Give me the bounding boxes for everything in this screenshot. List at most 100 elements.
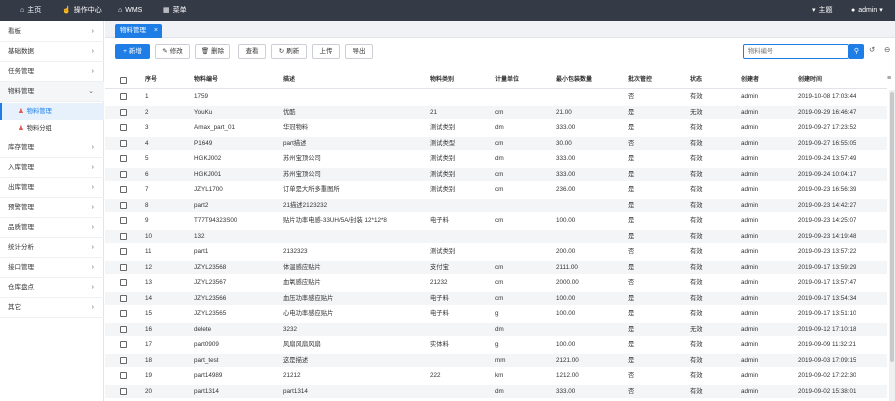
table-row[interactable]: 18 part_test 这是描述 mm 2121.00 是 有效 admin 2019-09-…: [105, 353, 887, 367]
sidebar-item-material[interactable]: 物料管理 ⌄: [0, 82, 104, 102]
sidebar-item-other[interactable]: 其它 ›: [0, 298, 104, 318]
nav-operation-center[interactable]: ☝ 操作中心: [62, 0, 102, 21]
cell-created: 2019-09-23 13:57:22: [798, 248, 857, 255]
row-checkbox[interactable]: [120, 201, 127, 209]
row-checkbox[interactable]: [120, 248, 127, 255]
table-row[interactable]: 13 JZYL23567 血氧感应贴片 21232 cm 2000.00 否 有效 admin 2…: [105, 276, 887, 289]
sidebar-item-outbound[interactable]: 出库管理 ›: [0, 178, 104, 198]
table-row[interactable]: 20 part1314 part1314 dm 333.00 否 有效 admin 2019-0…: [105, 384, 887, 398]
table-row[interactable]: 19 part14989 21212 222 km 1212.00 否 有效 admin 2019…: [105, 369, 887, 382]
col-header-status[interactable]: 状态: [690, 74, 702, 87]
row-checkbox[interactable]: [120, 279, 127, 286]
table-row[interactable]: 8 part2 21描述2123232 是 有效 admin 2019-09-23 14:4…: [105, 198, 887, 212]
cell-index: 3: [145, 124, 149, 131]
row-checkbox[interactable]: [120, 263, 127, 271]
column-menu-icon[interactable]: ≡: [887, 75, 891, 82]
table-row[interactable]: 11 part1 2132323 测试类别 200.00 否 有效 admin 2019-09-…: [105, 245, 887, 258]
table-row[interactable]: 10 132 是 有效 admin 2019-09-23 14:19:48: [105, 229, 887, 243]
row-checkbox[interactable]: [120, 155, 127, 162]
sidebar-item-inbound[interactable]: 入库管理 ›: [0, 158, 104, 178]
sidebar-subitem-material-group[interactable]: ♟ 物料分组: [0, 120, 104, 137]
table-row[interactable]: 1 1759 否 有效 admin 2019-10-08 17:03:44: [105, 90, 887, 103]
search-icon: ⚲: [853, 48, 860, 55]
nav-home[interactable]: ⌂ 主页: [20, 0, 41, 21]
view-button[interactable]: 查看: [238, 44, 266, 59]
scrollbar-thumb[interactable]: [890, 92, 894, 362]
col-header-category[interactable]: 物料类别: [430, 74, 454, 87]
select-all-checkbox[interactable]: [120, 77, 127, 84]
export-button[interactable]: 导出: [345, 44, 373, 59]
table-row[interactable]: 15 JZYL23565 心电功率感应贴片 电子料 g 100.00 是 有效 admin 201…: [105, 307, 887, 320]
col-header-created[interactable]: 创建时间: [798, 74, 822, 87]
sidebar-subitem-material-manage[interactable]: ♟ 物料管理: [0, 103, 104, 120]
sidebar-item-inventory[interactable]: 库存管理 ›: [0, 138, 104, 158]
search-input[interactable]: [743, 44, 849, 59]
row-checkbox[interactable]: [120, 186, 127, 193]
cell-unit: cm: [495, 279, 504, 286]
table-row[interactable]: 7 JZYL1700 订单是大所多重图所 测试类别 cm 236.00 是 有效 admin 20…: [105, 183, 887, 196]
table-row[interactable]: 2 YouKu 优酷 21 cm 21.00 是 无效 admin 2019-09-29 16:4…: [105, 105, 887, 119]
sidebar-item-basic-data[interactable]: 基础数据 ›: [0, 42, 104, 62]
row-checkbox[interactable]: [120, 372, 127, 379]
sidebar-item-quality[interactable]: 品质管理 ›: [0, 218, 104, 238]
nav-wms[interactable]: ⌂ WMS: [118, 0, 142, 21]
sidebar-item-statistics[interactable]: 统计分析 ›: [0, 238, 104, 258]
sidebar-item-dashboard[interactable]: 看板 ›: [0, 22, 104, 42]
cell-code: 1759: [194, 93, 209, 100]
user-menu[interactable]: ● admin ▾: [851, 0, 883, 21]
row-checkbox[interactable]: [120, 170, 127, 178]
table-row[interactable]: 16 delete 3232 dm 是 无效 admin 2019-09-12 17:10:1…: [105, 322, 887, 336]
cell-min-pack: 333.00: [556, 124, 576, 131]
upload-button[interactable]: 上传: [312, 44, 340, 59]
col-header-creator[interactable]: 创建者: [741, 74, 759, 87]
col-header-batch[interactable]: 批次管控: [628, 74, 652, 87]
refresh-icon: ↻: [278, 48, 285, 55]
table-row[interactable]: 4 P1649 part描述 测试类型 cm 30.00 否 有效 admin 2019-09-2…: [105, 136, 887, 150]
row-checkbox[interactable]: [120, 124, 127, 131]
sidebar-item-task[interactable]: 任务管理 ›: [0, 62, 104, 82]
cell-index: 6: [145, 170, 149, 178]
refresh-button[interactable]: ↻ 刷新: [271, 44, 307, 59]
row-checkbox[interactable]: [120, 217, 127, 224]
row-checkbox[interactable]: [120, 93, 127, 100]
edit-label: 修改: [169, 48, 183, 55]
row-checkbox[interactable]: [120, 387, 127, 395]
delete-button[interactable]: 🗑 删除: [195, 44, 230, 59]
nav-menu[interactable]: ▦ 菜单: [163, 0, 187, 21]
export-label: 导出: [352, 48, 366, 55]
row-checkbox[interactable]: [120, 108, 127, 116]
row-checkbox[interactable]: [120, 356, 127, 364]
row-checkbox[interactable]: [120, 232, 127, 240]
theme-button[interactable]: ▾ 主题: [812, 0, 833, 21]
search-button[interactable]: ⚲: [849, 44, 864, 59]
col-header-index[interactable]: 序号: [145, 74, 157, 87]
row-checkbox[interactable]: [120, 139, 127, 147]
collapse-icon[interactable]: ⊖: [884, 45, 890, 54]
col-header-min-pack[interactable]: 最小包装数量: [556, 74, 592, 87]
col-header-code[interactable]: 物料编号: [194, 74, 218, 87]
row-checkbox[interactable]: [120, 310, 127, 317]
tab-bar: 物料管理 ×: [105, 21, 895, 38]
sidebar-item-interface[interactable]: 接口管理 ›: [0, 258, 104, 278]
table-row[interactable]: 3 Amax_part_01 华冠物料 测试类别 dm 333.00 是 有效 admin 201…: [105, 121, 887, 134]
row-checkbox[interactable]: [120, 325, 127, 333]
row-checkbox[interactable]: [120, 294, 127, 302]
table-row[interactable]: 5 HGKJ002 苏州宝顶公司 测试类别 dm 333.00 是 有效 admin 2019-0…: [105, 152, 887, 165]
table-row[interactable]: 17 part0909 风扇风扇风扇 实体料 g 100.00 是 有效 admin 2019-0…: [105, 338, 887, 351]
col-header-desc[interactable]: 描述: [283, 74, 295, 87]
add-button[interactable]: + 新增: [115, 44, 150, 59]
col-header-unit[interactable]: 计量单位: [495, 74, 519, 87]
sidebar-item-warning[interactable]: 预警管理 ›: [0, 198, 104, 218]
row-checkbox[interactable]: [120, 341, 127, 348]
close-icon[interactable]: ×: [154, 24, 158, 37]
table-row[interactable]: 12 JZYL23568 体温感应贴片 支付宝 cm 2111.00 是 有效 admin 201…: [105, 260, 887, 274]
table-row[interactable]: 6 HGKJ001 苏州宝顶公司 测试类别 cm 333.00 是 有效 admin 2019-0…: [105, 167, 887, 181]
reset-icon[interactable]: ↺: [869, 45, 875, 54]
sidebar-item-label: 出库管理: [8, 184, 34, 191]
table-row[interactable]: 9 T77T94323S00 贴片功率电感-33UH/5A/封装 12*12*8 电子…: [105, 214, 887, 227]
sidebar-item-stocktake[interactable]: 仓库盘点 ›: [0, 278, 104, 298]
edit-button[interactable]: ✎ 修改: [155, 44, 190, 59]
tab-material-manage[interactable]: 物料管理 ×: [115, 24, 162, 38]
cell-status: 有效: [690, 124, 703, 131]
table-row[interactable]: 14 JZYL23566 血压功率感应贴片 电子料 cm 100.00 是 有效 admin 20…: [105, 291, 887, 305]
